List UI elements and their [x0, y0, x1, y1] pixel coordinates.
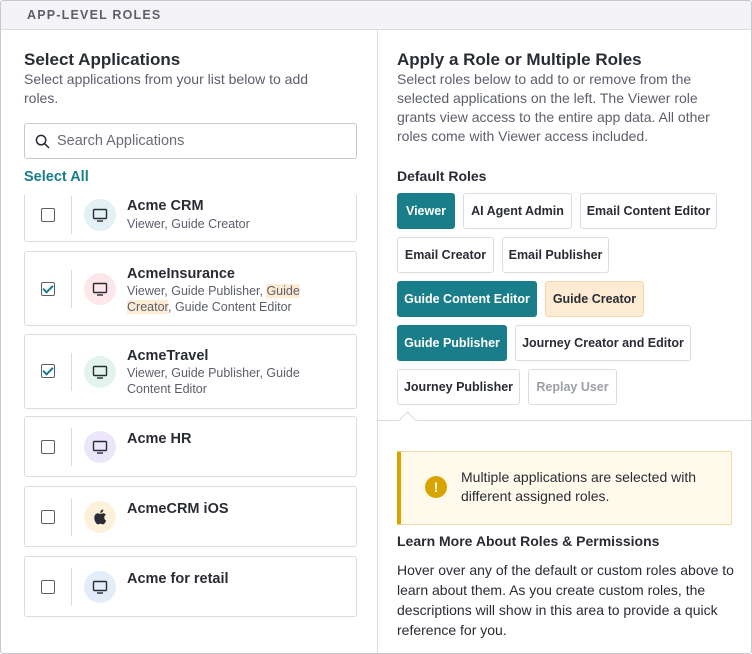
application-list[interactable]: Acme CRM Viewer, Guide Creator AcmeInsur…	[24, 195, 358, 653]
apple-icon	[84, 501, 116, 533]
desktop-icon	[84, 571, 116, 603]
list-item[interactable]: AcmeCRM iOS	[24, 486, 357, 547]
list-item[interactable]: Acme HR	[24, 416, 357, 477]
app-name: AcmeInsurance	[127, 266, 235, 282]
role-button-ai-agent-admin[interactable]: AI Agent Admin	[463, 193, 572, 229]
app-name: Acme CRM	[127, 198, 204, 214]
section-title: APP-LEVEL ROLES	[27, 8, 162, 22]
learn-more-description: Hover over any of the default or custom …	[397, 562, 734, 638]
divider	[71, 196, 72, 234]
list-item[interactable]: Acme CRM Viewer, Guide Creator	[24, 195, 357, 242]
role-button-guide-publisher[interactable]: Guide Publisher	[397, 325, 507, 361]
warning-icon: !	[425, 476, 447, 498]
panel-caret	[398, 411, 417, 430]
select-applications-column: Select Applications Select applications …	[1, 30, 378, 653]
app-name: Acme HR	[127, 431, 192, 447]
role-button-email-publisher[interactable]: Email Publisher	[502, 237, 609, 273]
warning-banner: ! Multiple applications are selected wit…	[397, 451, 732, 525]
desktop-icon	[84, 273, 116, 305]
checkbox[interactable]	[41, 580, 55, 594]
app-roles: Viewer, Guide Creator	[127, 217, 250, 231]
divider	[71, 270, 72, 308]
default-roles-title: Default Roles	[397, 168, 487, 184]
apply-roles-description: Select roles below to add to or remove f…	[397, 71, 710, 144]
learn-more-title: Learn More About Roles & Permissions	[397, 533, 660, 549]
desktop-icon	[84, 431, 116, 463]
role-button-journey-creator-and-editor[interactable]: Journey Creator and Editor	[515, 325, 691, 361]
checkbox[interactable]	[41, 208, 55, 222]
list-item[interactable]: AcmeInsurance Viewer, Guide Publisher, G…	[24, 251, 357, 326]
divider	[71, 428, 72, 466]
section-header: APP-LEVEL ROLES	[1, 1, 751, 30]
role-text: Viewer, Guide Publisher,	[127, 284, 267, 298]
divider	[71, 498, 72, 536]
role-button-viewer[interactable]: Viewer	[397, 193, 455, 229]
list-item[interactable]: Acme for retail	[24, 556, 357, 617]
role-button-journey-publisher[interactable]: Journey Publisher	[397, 369, 520, 405]
checkbox[interactable]	[41, 510, 55, 524]
app-roles: Viewer, Guide Publisher, Guide Creator, …	[127, 284, 327, 315]
role-info-panel: ! Multiple applications are selected wit…	[378, 411, 751, 653]
divider	[71, 568, 72, 606]
app-level-roles-panel: APP-LEVEL ROLES Select Applications Sele…	[0, 0, 752, 654]
list-item[interactable]: AcmeTravel Viewer, Guide Publisher, Guid…	[24, 334, 357, 409]
divider	[71, 353, 72, 391]
role-button-replay-user[interactable]: Replay User	[528, 369, 617, 405]
checkbox-checked[interactable]	[41, 282, 55, 296]
role-button-guide-content-editor[interactable]: Guide Content Editor	[397, 281, 537, 317]
desktop-icon	[84, 356, 116, 388]
select-all-link[interactable]: Select All	[24, 169, 89, 185]
apply-roles-column: Apply a Role or Multiple Roles Select ro…	[378, 30, 751, 653]
search-input[interactable]	[57, 130, 347, 152]
desktop-icon	[84, 199, 116, 231]
search-icon	[35, 134, 50, 149]
warning-text: Multiple applications are selected with …	[461, 469, 697, 504]
role-button-guide-creator[interactable]: Guide Creator	[545, 281, 644, 317]
role-text: , Guide Content Editor	[168, 299, 292, 314]
role-button-email-content-editor[interactable]: Email Content Editor	[580, 193, 717, 229]
select-applications-description: Select applications from your list below…	[24, 71, 309, 106]
checkbox[interactable]	[41, 440, 55, 454]
apply-roles-title: Apply a Role or Multiple Roles	[397, 50, 642, 69]
search-box[interactable]	[24, 123, 357, 159]
role-button-email-creator[interactable]: Email Creator	[397, 237, 494, 273]
select-applications-title: Select Applications	[24, 50, 181, 69]
app-name: Acme for retail	[127, 571, 229, 587]
app-roles: Viewer, Guide Publisher, Guide Content E…	[127, 366, 300, 396]
app-name: AcmeTravel	[127, 348, 209, 364]
app-name: AcmeCRM iOS	[127, 501, 229, 517]
checkbox-checked[interactable]	[41, 364, 55, 378]
